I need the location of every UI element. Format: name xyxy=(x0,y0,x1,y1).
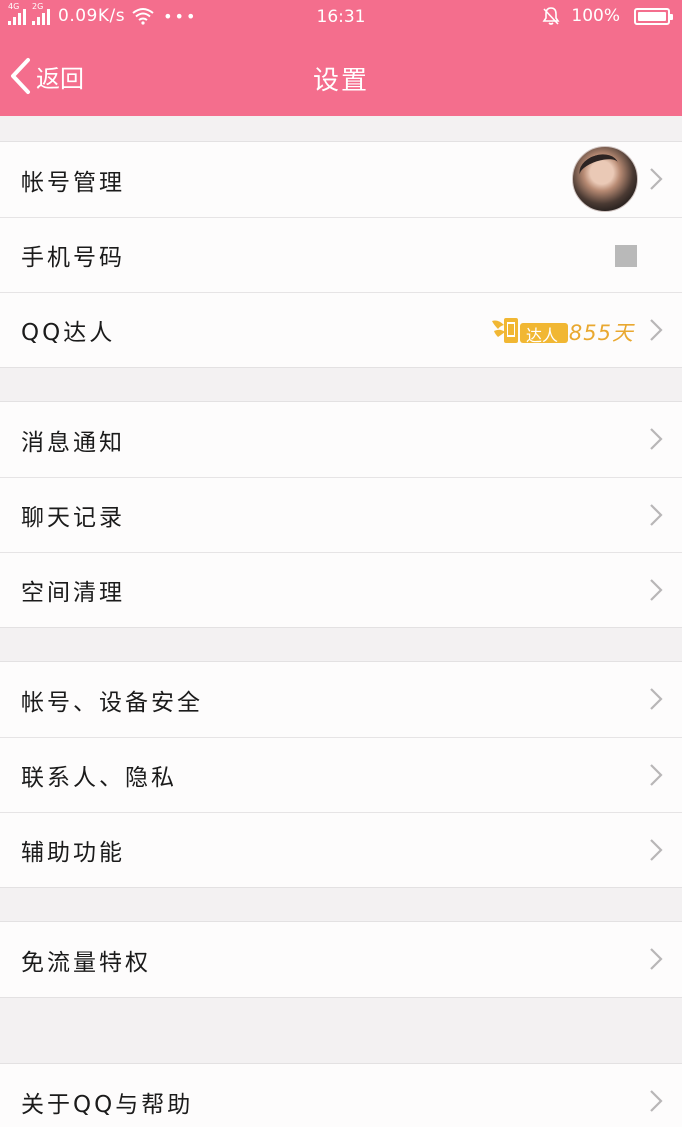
chevron-right-icon xyxy=(650,764,663,786)
settings-item-phone-number[interactable]: 手机号码 xyxy=(0,217,682,292)
settings-group-account: 帐号管理 手机号码 QQ达人 达人 855天 xyxy=(0,141,682,368)
settings-group-about: 关于QQ与帮助 xyxy=(0,1063,682,1127)
settings-group-data-privilege: 免流量特权 xyxy=(0,921,682,998)
settings-item-chat-history[interactable]: 聊天记录 xyxy=(0,477,682,552)
nav-bar: 返回 设置 xyxy=(0,36,682,116)
settings-item-label: 辅助功能 xyxy=(21,840,125,866)
settings-item-account-device-security[interactable]: 帐号、设备安全 xyxy=(0,662,682,737)
settings-item-label: 帐号、设备安全 xyxy=(21,689,203,716)
page-title: 设置 xyxy=(312,66,369,96)
chevron-right-icon xyxy=(650,948,663,970)
settings-item-notifications[interactable]: 消息通知 xyxy=(0,402,682,477)
settings-item-accessibility[interactable]: 辅助功能 xyxy=(0,812,682,887)
chevron-right-icon xyxy=(650,319,663,341)
avatar xyxy=(572,146,638,212)
settings-item-label: 消息通知 xyxy=(21,429,125,456)
settings-item-contacts-privacy[interactable]: 联系人、隐私 xyxy=(0,737,682,812)
chevron-right-icon xyxy=(650,504,663,526)
chevron-right-icon xyxy=(650,839,663,861)
phone-status-square xyxy=(615,245,637,267)
settings-item-storage-cleanup[interactable]: 空间清理 xyxy=(0,552,682,627)
settings-item-label: 免流量特权 xyxy=(21,949,151,976)
settings-group-security: 帐号、设备安全 联系人、隐私 辅助功能 xyxy=(0,661,682,888)
chevron-right-icon xyxy=(650,428,663,450)
settings-item-label: 手机号码 xyxy=(21,245,125,271)
settings-item-label: 关于QQ与帮助 xyxy=(21,1091,194,1118)
settings-item-label: 聊天记录 xyxy=(21,505,125,531)
settings-item-label: 帐号管理 xyxy=(21,169,125,196)
status-bar: 4G 2G 0.09K/s ••• 16:31 100% xyxy=(0,0,682,36)
qq-expert-days: 855天 xyxy=(568,321,634,345)
settings-item-about-help[interactable]: 关于QQ与帮助 xyxy=(0,1064,682,1127)
battery-icon xyxy=(634,7,673,25)
mute-bell-icon xyxy=(542,7,560,25)
battery-percent: 100% xyxy=(571,6,620,26)
settings-item-qq-expert[interactable]: QQ达人 达人 855天 xyxy=(0,292,682,367)
settings-item-label: 空间清理 xyxy=(21,580,125,606)
settings-item-label: QQ达人 xyxy=(21,320,116,346)
chevron-right-icon xyxy=(650,688,663,710)
chevron-right-icon xyxy=(650,579,663,601)
settings-item-free-data-privilege[interactable]: 免流量特权 xyxy=(0,922,682,997)
qq-expert-badge-text: 达人 xyxy=(525,326,558,345)
status-right: 100% xyxy=(541,6,673,26)
settings-group-messages: 消息通知 聊天记录 空间清理 xyxy=(0,401,682,628)
settings-item-account-management[interactable]: 帐号管理 xyxy=(0,142,682,217)
chevron-right-icon xyxy=(650,168,663,190)
settings-item-label: 联系人、隐私 xyxy=(21,765,177,791)
chevron-right-icon xyxy=(650,1090,663,1112)
